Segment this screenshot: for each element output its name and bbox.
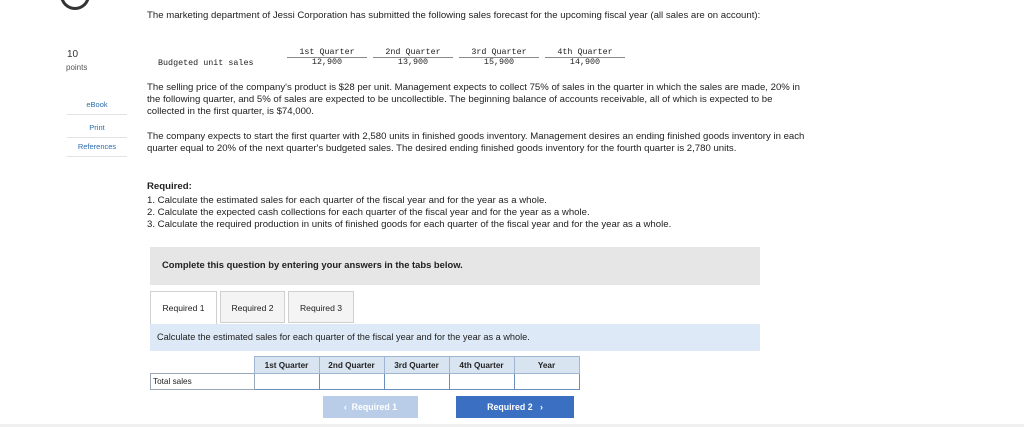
tab-required-3[interactable]: Required 3 xyxy=(288,291,354,323)
answer-table: 1st Quarter 2nd Quarter 3rd Quarter 4th … xyxy=(150,356,580,390)
references-link[interactable]: References xyxy=(67,138,127,157)
required-item-3: 3. Calculate the required production in … xyxy=(147,219,672,230)
header-q2: 2nd Quarter xyxy=(318,356,385,374)
header-q1: 1st Quarter xyxy=(253,356,320,374)
inventory-paragraph: The company expects to start the first q… xyxy=(147,131,805,154)
header-q4: 4th Quarter xyxy=(448,356,515,374)
forecast-value-q2: 13,900 xyxy=(397,57,429,67)
forecast-value-q1: 12,900 xyxy=(311,57,343,67)
total-sales-q3-input[interactable] xyxy=(384,374,449,389)
tab-required-2[interactable]: Required 2 xyxy=(220,291,285,323)
points-value: 10 xyxy=(67,49,79,60)
problem-intro: The marketing department of Jessi Corpor… xyxy=(147,10,761,21)
total-sales-q4-input[interactable] xyxy=(449,374,514,389)
table-row: Total sales xyxy=(150,373,580,390)
forecast-value-q3: 15,900 xyxy=(483,57,515,67)
tab-required-1[interactable]: Required 1 xyxy=(150,291,217,325)
total-sales-q1-cell xyxy=(253,373,320,390)
header-q3: 3rd Quarter xyxy=(383,356,450,374)
forecast-value-q4: 14,900 xyxy=(569,57,601,67)
total-sales-label: Total sales xyxy=(150,373,255,390)
banner-text: Complete this question by entering your … xyxy=(162,259,463,270)
total-sales-q1-input[interactable] xyxy=(254,374,319,389)
next-button-label: Required 2 xyxy=(487,402,533,412)
total-sales-q2-input[interactable] xyxy=(319,374,384,389)
total-sales-q4-cell xyxy=(448,373,515,390)
instruction-text: Calculate the estimated sales for each q… xyxy=(157,332,530,342)
total-sales-year-input[interactable] xyxy=(514,374,579,389)
chevron-left-icon: ‹ xyxy=(343,402,347,412)
price-paragraph: The selling price of the company's produ… xyxy=(147,82,800,117)
instructions-banner: Complete this question by entering your … xyxy=(150,247,760,285)
points-label: points xyxy=(66,63,88,72)
required-item-1: 1. Calculate the estimated sales for eac… xyxy=(147,195,547,206)
answer-header-row: 1st Quarter 2nd Quarter 3rd Quarter 4th … xyxy=(150,356,580,374)
header-blank xyxy=(150,356,254,374)
prev-button-label: Required 1 xyxy=(351,402,398,412)
total-sales-q3-cell xyxy=(383,373,450,390)
print-link[interactable]: Print xyxy=(67,119,127,138)
total-sales-q2-cell xyxy=(318,373,385,390)
tab-instruction: Calculate the estimated sales for each q… xyxy=(150,324,760,351)
total-sales-year-cell xyxy=(513,373,580,390)
prev-button[interactable]: ‹ Required 1 xyxy=(323,396,418,418)
header-year: Year xyxy=(513,356,580,374)
ebook-link[interactable]: eBook xyxy=(67,96,127,115)
logo-icon xyxy=(60,0,90,10)
forecast-row-label: Budgeted unit sales xyxy=(158,58,254,68)
next-button[interactable]: Required 2 › xyxy=(456,396,574,418)
chevron-right-icon: › xyxy=(539,402,543,412)
required-title: Required: xyxy=(147,181,192,192)
required-item-2: 2. Calculate the expected cash collectio… xyxy=(147,207,590,218)
